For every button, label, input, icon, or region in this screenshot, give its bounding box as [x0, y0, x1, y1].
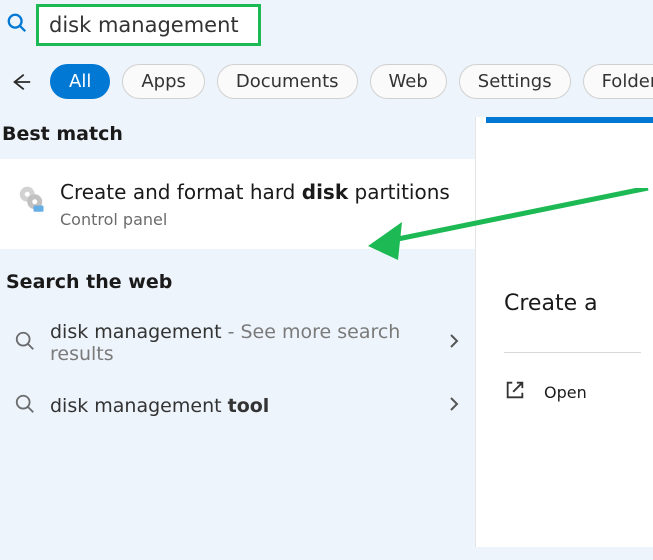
gear-icon [16, 179, 46, 217]
search-input[interactable] [49, 13, 248, 37]
search-bar [0, 0, 653, 50]
open-external-icon [504, 379, 526, 405]
search-icon [14, 393, 36, 419]
chevron-right-icon [447, 333, 461, 353]
preview-pane: Create a Open [475, 117, 653, 547]
chevron-right-icon [447, 396, 461, 416]
preview-title: Create a [504, 291, 641, 316]
web-result-2[interactable]: disk management tool [0, 379, 475, 433]
open-label: Open [544, 383, 587, 402]
search-web-heading: Search the web [0, 249, 475, 307]
best-match-text: Create and format hard disk partitions C… [60, 179, 450, 229]
tab-folders[interactable]: Folders [583, 64, 653, 99]
content: Best match Create and format hard disk p… [0, 117, 653, 547]
back-button[interactable] [10, 68, 32, 96]
tab-documents[interactable]: Documents [217, 64, 358, 99]
tab-apps[interactable]: Apps [122, 64, 205, 99]
best-match-heading: Best match [0, 123, 475, 159]
results-left: Best match Create and format hard disk p… [0, 117, 475, 547]
web-result-1[interactable]: disk management - See more search result… [0, 307, 475, 379]
web-result-text: disk management tool [50, 395, 433, 417]
best-match-title: Create and format hard disk partitions [60, 179, 450, 206]
web-result-text: disk management - See more search result… [50, 321, 433, 365]
best-match-subtitle: Control panel [60, 210, 450, 229]
tab-all[interactable]: All [50, 64, 110, 99]
search-icon [6, 12, 28, 38]
tab-settings[interactable]: Settings [459, 64, 571, 99]
search-box [36, 4, 261, 46]
open-action[interactable]: Open [504, 379, 641, 405]
filter-tabs: All Apps Documents Web Settings Folders [0, 50, 653, 117]
best-match-item[interactable]: Create and format hard disk partitions C… [0, 159, 475, 249]
tab-web[interactable]: Web [370, 64, 447, 99]
divider [504, 352, 641, 353]
search-icon [14, 330, 36, 356]
